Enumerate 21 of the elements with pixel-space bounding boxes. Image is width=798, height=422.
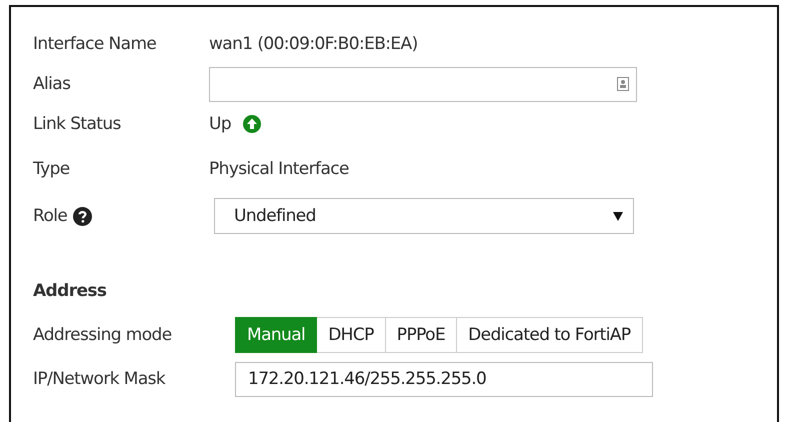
mode-option[interactable]: Manual — [235, 317, 318, 353]
section-heading: Address — [32, 280, 108, 303]
field-label: Type — [33, 159, 71, 179]
alias-field[interactable] — [209, 66, 637, 102]
dropdown-arrow-icon — [613, 212, 623, 220]
role-dropdown[interactable]: Undefined — [214, 198, 634, 234]
field-label: Addressing mode — [33, 325, 173, 345]
mode-option[interactable]: PPPoE — [386, 317, 458, 353]
field-label: Alias — [33, 74, 72, 94]
field-label: Link Status — [33, 114, 122, 134]
ip-mask-field[interactable]: 172.20.121.46/255.255.255.0 — [235, 362, 653, 396]
contact-card-icon — [617, 77, 629, 91]
field-label: Role — [33, 206, 68, 226]
link-status-value: Up — [209, 114, 232, 134]
mode-option[interactable]: DHCP — [317, 317, 386, 353]
type-value: Physical Interface — [209, 159, 349, 179]
interface-name-value: wan1 (00:09:0F:B0:EB:EA) — [209, 34, 418, 54]
mode-option[interactable]: Dedicated to FortiAP — [457, 317, 643, 353]
field-label: Interface Name — [33, 34, 158, 54]
help-icon[interactable] — [73, 206, 92, 226]
field-label: IP/Network Mask — [33, 369, 166, 389]
